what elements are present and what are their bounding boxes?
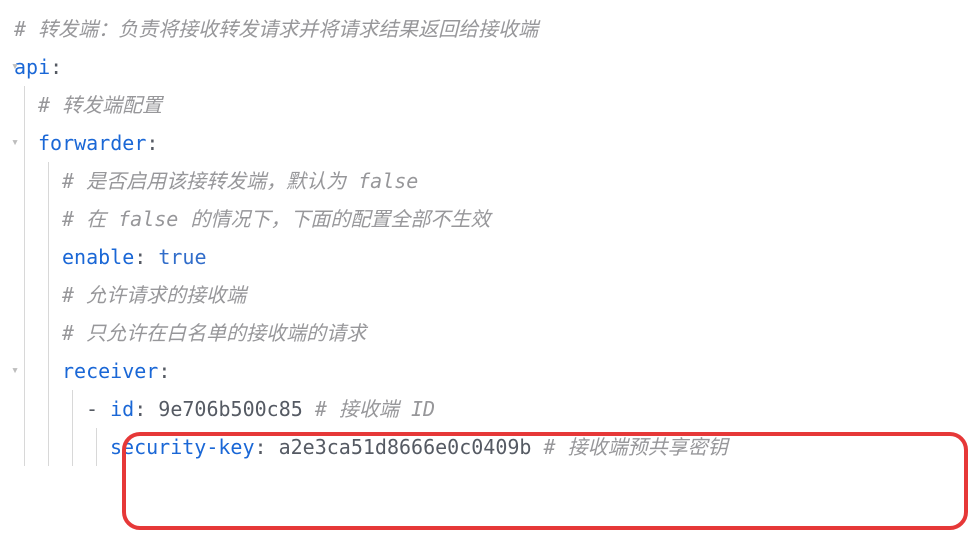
code-line: ▾ receiver: [14, 352, 978, 390]
yaml-colon: : [50, 48, 62, 86]
code-block: # 转发端：负责将接收转发请求并将请求结果返回给接收端 ▾ api: # 转发端… [0, 0, 978, 476]
yaml-colon: : [158, 352, 170, 390]
yaml-key: enable [62, 238, 134, 276]
code-line: ▾ api: [14, 48, 978, 86]
comment-text: # 允许请求的接收端 [62, 276, 246, 314]
code-line: # 是否启用该接转发端，默认为 false [14, 162, 978, 200]
yaml-colon: : [134, 238, 158, 276]
code-line: enable: true [14, 238, 978, 276]
comment-text: # 转发端配置 [38, 86, 162, 124]
yaml-dash: - [86, 390, 110, 428]
yaml-value: a2e3ca51d8666e0c0409b [279, 428, 532, 466]
yaml-value: 9e706b500c85 [158, 390, 303, 428]
comment-text: # 接收端 ID [315, 390, 435, 428]
code-line: # 在 false 的情况下，下面的配置全部不生效 [14, 200, 978, 238]
code-line: # 只允许在白名单的接收端的请求 [14, 314, 978, 352]
code-line: # 允许请求的接收端 [14, 276, 978, 314]
code-line: security-key: a2e3ca51d8666e0c0409b # 接收… [14, 428, 978, 466]
yaml-colon: : [146, 124, 158, 162]
comment-text: # 是否启用该接转发端，默认为 false [62, 162, 418, 200]
comment-text: # 转发端：负责将接收转发请求并将请求结果返回给接收端 [14, 10, 538, 48]
code-line: # 转发端：负责将接收转发请求并将请求结果返回给接收端 [14, 10, 978, 48]
comment-text: # 只允许在白名单的接收端的请求 [62, 314, 366, 352]
yaml-value: true [158, 238, 206, 276]
code-line: # 转发端配置 [14, 86, 978, 124]
code-line: - id: 9e706b500c85 # 接收端 ID [14, 390, 978, 428]
yaml-colon: : [255, 428, 279, 466]
yaml-key: receiver [62, 352, 158, 390]
yaml-key: security-key [110, 428, 255, 466]
comment-text: # 接收端预共享密钥 [544, 428, 728, 466]
yaml-colon: : [134, 390, 158, 428]
code-line: ▾ forwarder: [14, 124, 978, 162]
fold-icon[interactable]: ▾ [10, 57, 20, 77]
comment-text: # 在 false 的情况下，下面的配置全部不生效 [62, 200, 490, 238]
yaml-key: forwarder [38, 124, 146, 162]
yaml-key: id [110, 390, 134, 428]
